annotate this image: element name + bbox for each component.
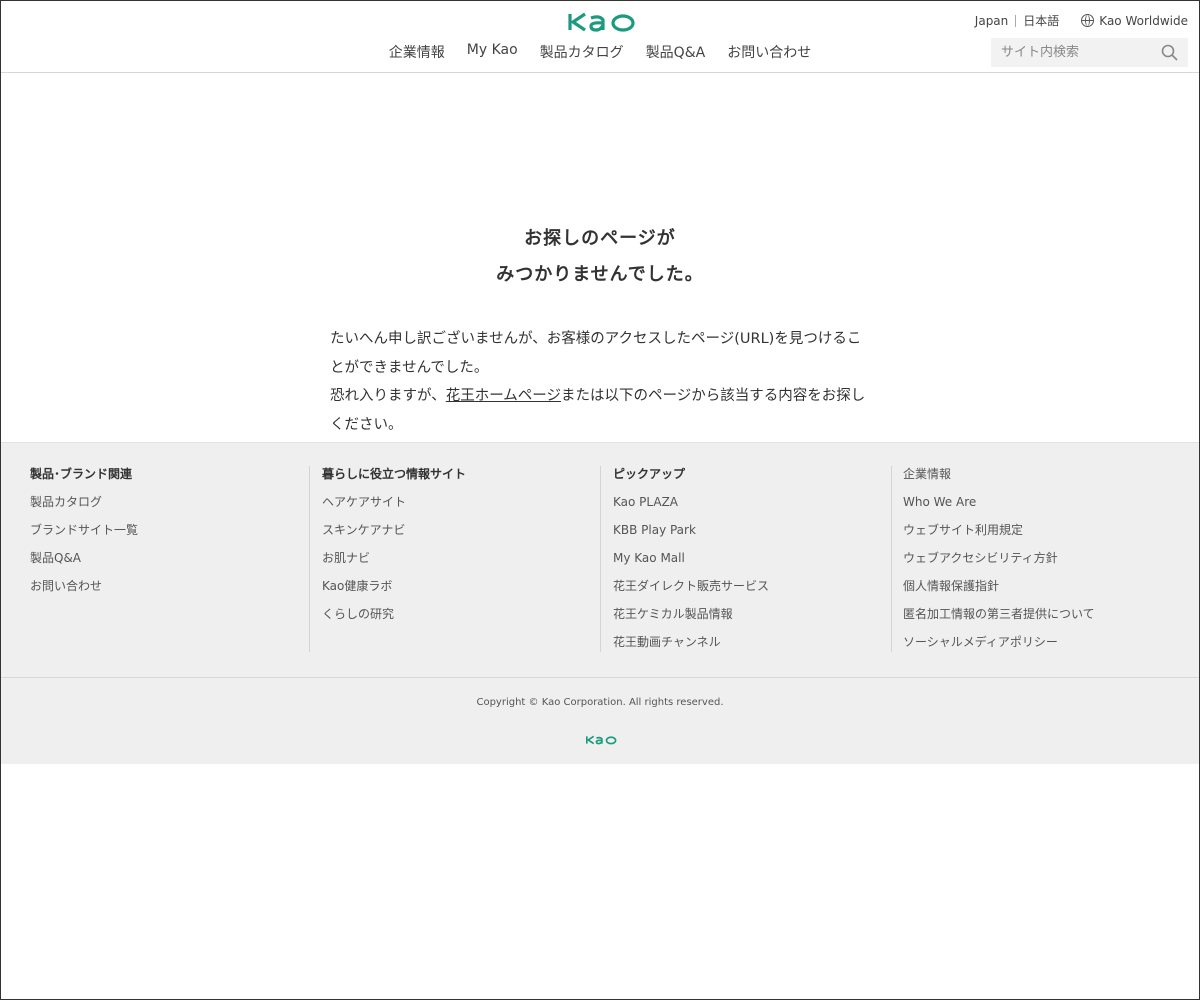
language-link[interactable]: 日本語 — [1023, 12, 1059, 29]
footer-link[interactable]: ブランドサイト一覧 — [30, 522, 309, 550]
search-icon[interactable] — [1161, 44, 1178, 61]
footer-link[interactable]: スキンケアナビ — [322, 522, 600, 550]
globe-icon — [1081, 14, 1095, 27]
kao-home-link[interactable]: 花王ホームページ — [446, 388, 561, 404]
footer-column-heading-link[interactable]: 企業情報 — [903, 466, 1191, 494]
message-prefix: 恐れ入りますが、 — [330, 388, 446, 404]
top-utility-links: Japan 日本語 Kao Worldwide — [975, 12, 1188, 29]
footer-link[interactable]: お肌ナビ — [322, 550, 600, 578]
copyright: Copyright © Kao Corporation. All rights … — [476, 697, 724, 708]
message-paragraph-1: たいへん申し訳ございませんが、お客様のアクセスしたページ(URL)を見つけること… — [330, 331, 862, 376]
region-link[interactable]: Japan — [975, 14, 1008, 28]
footer-link[interactable]: 花王動画チャンネル — [613, 634, 891, 662]
error-message: たいへん申し訳ございませんが、お客様のアクセスしたページ(URL)を見つけること… — [330, 325, 875, 439]
footer-link[interactable]: ソーシャルメディアポリシー — [903, 634, 1191, 662]
search-input[interactable] — [991, 38, 1161, 67]
nav-product-catalog[interactable]: 製品カタログ — [540, 42, 624, 62]
nav-my-kao[interactable]: My Kao — [467, 42, 518, 62]
footer-link[interactable]: お問い合わせ — [30, 578, 309, 606]
title-line-2: みつかりませんでした。 — [496, 264, 704, 285]
site-search — [991, 38, 1188, 67]
nav-product-qa[interactable]: 製品Q&A — [646, 42, 706, 62]
footer-link[interactable]: Kao PLAZA — [613, 494, 891, 522]
footer-link[interactable]: 製品カタログ — [30, 494, 309, 522]
footer-link[interactable]: My Kao Mall — [613, 550, 891, 578]
footer-link[interactable]: 個人情報保護指針 — [903, 578, 1191, 606]
nav-corporate-info[interactable]: 企業情報 — [389, 42, 445, 62]
footer-column-corporate: 企業情報 Who We Are ウェブサイト利用規定 ウェブアクセシビリティ方針… — [891, 466, 1191, 652]
footer-column-lifestyle: 暮らしに役立つ情報サイト ヘアケアサイト スキンケアナビ お肌ナビ Kao健康ラ… — [309, 466, 600, 652]
footer-link[interactable]: 製品Q&A — [30, 550, 309, 578]
divider — [1015, 14, 1017, 27]
kao-logo[interactable] — [566, 9, 636, 33]
kao-logo-icon — [568, 12, 635, 32]
kao-logo-icon — [586, 735, 617, 745]
kao-worldwide-label: Kao Worldwide — [1099, 13, 1188, 28]
kao-worldwide-link[interactable]: Kao Worldwide — [1081, 14, 1188, 28]
message-paragraph-2: 恐れ入りますが、花王ホームページまたは以下のページから該当する内容をお探しくださ… — [330, 382, 875, 439]
site-header: Japan 日本語 Kao Worldwide 企業情報 My Kao 製品カタ… — [1, 1, 1199, 73]
footer-link[interactable]: Kao健康ラボ — [322, 578, 600, 606]
footer-kao-logo[interactable] — [585, 730, 617, 749]
footer-column-heading: 製品･ブランド関連 — [30, 467, 133, 481]
nav-contact[interactable]: お問い合わせ — [727, 42, 811, 62]
footer-link[interactable]: ウェブアクセシビリティ方針 — [903, 550, 1191, 578]
footer-column-products: 製品･ブランド関連 製品カタログ ブランドサイト一覧 製品Q&A お問い合わせ — [30, 466, 309, 652]
main-content: お探しのページが みつかりませんでした。 たいへん申し訳ございませんが、お客様の… — [1, 73, 1199, 442]
site-footer: 製品･ブランド関連 製品カタログ ブランドサイト一覧 製品Q&A お問い合わせ … — [1, 442, 1199, 764]
footer-link[interactable]: Who We Are — [903, 494, 1191, 522]
footer-column-pickup: ピックアップ Kao PLAZA KBB Play Park My Kao Ma… — [600, 466, 891, 652]
page-title: お探しのページが みつかりませんでした。 — [1, 221, 1199, 293]
footer-link[interactable]: 花王ダイレクト販売サービス — [613, 578, 891, 606]
footer-link[interactable]: KBB Play Park — [613, 522, 891, 550]
footer-link[interactable]: 匿名加工情報の第三者提供について — [903, 606, 1191, 634]
footer-column-heading: ピックアップ — [613, 467, 686, 481]
footer-link[interactable]: ヘアケアサイト — [322, 494, 600, 522]
footer-link[interactable]: 花王ケミカル製品情報 — [613, 606, 891, 634]
footer-bottom: Copyright © Kao Corporation. All rights … — [1, 677, 1199, 745]
footer-link[interactable]: ウェブサイト利用規定 — [903, 522, 1191, 550]
title-line-1: お探しのページが — [524, 228, 676, 249]
footer-link[interactable]: くらしの研究 — [322, 606, 600, 634]
footer-column-heading: 暮らしに役立つ情報サイト — [322, 467, 467, 481]
footer-link-columns: 製品･ブランド関連 製品カタログ ブランドサイト一覧 製品Q&A お問い合わせ … — [1, 466, 1199, 652]
